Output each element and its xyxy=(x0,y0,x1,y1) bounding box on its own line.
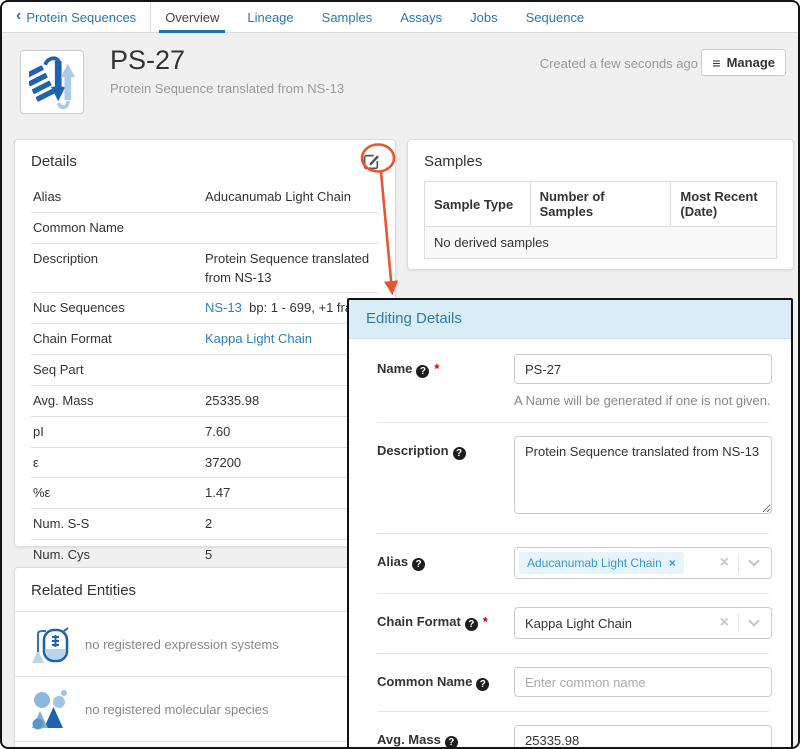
page-title: PS-27 xyxy=(110,45,185,76)
molecule-icon xyxy=(31,688,69,730)
help-icon[interactable]: ? xyxy=(453,447,466,460)
samples-empty-message: No derived samples xyxy=(425,227,777,259)
details-table: AliasAducanumab Light Chain Common Name … xyxy=(31,182,379,601)
details-row-avg-mass: Avg. Mass25335.98 xyxy=(31,386,379,417)
related-entities-panel: Related Entities no registered expressio… xyxy=(14,567,396,749)
common-name-field[interactable] xyxy=(514,667,772,697)
details-row-chain-format: Chain FormatKappa Light Chain xyxy=(31,324,379,355)
description-label: Description? xyxy=(377,436,514,519)
form-group-avg-mass: Avg. Mass? xyxy=(377,711,769,749)
samples-title: Samples xyxy=(424,153,777,170)
col-most-recent: Most Recent (Date) xyxy=(671,182,777,227)
details-row-description: DescriptionProtein Sequence translated f… xyxy=(31,244,379,294)
related-item-label: no registered molecular species xyxy=(85,702,269,717)
alias-tag[interactable]: Aducanumab Light Chain × xyxy=(519,552,684,574)
form-group-name: Name?* A Name will be generated if one i… xyxy=(377,341,769,422)
nuc-sequence-link[interactable]: NS-13 xyxy=(205,300,242,315)
back-link-protein-sequences[interactable]: ‹ Protein Sequences xyxy=(2,2,150,32)
required-asterisk: * xyxy=(483,614,488,629)
avg-mass-label: Avg. Mass? xyxy=(377,725,514,749)
name-field[interactable] xyxy=(514,354,772,384)
name-label: Name?* xyxy=(377,354,514,408)
chain-format-value: Kappa Light Chain xyxy=(515,616,711,631)
created-timestamp: Created a few seconds ago xyxy=(540,56,698,71)
chain-format-label: Chain Format?* xyxy=(377,607,514,639)
form-group-alias: Alias? Aducanumab Light Chain × × xyxy=(377,533,769,593)
list-item-molecular-species: no registered molecular species xyxy=(15,677,395,742)
help-icon[interactable]: ? xyxy=(465,618,478,631)
tag-remove-icon[interactable]: × xyxy=(669,556,676,570)
col-sample-type: Sample Type xyxy=(425,182,531,227)
samples-table: Sample Type Number of Samples Most Recen… xyxy=(424,181,777,259)
editing-details-form: Name?* A Name will be generated if one i… xyxy=(349,339,791,749)
tab-assays[interactable]: Assays xyxy=(386,2,456,32)
chain-format-link[interactable]: Kappa Light Chain xyxy=(205,331,312,346)
details-row-common-name: Common Name xyxy=(31,213,379,244)
help-icon[interactable]: ? xyxy=(445,736,458,749)
tab-samples[interactable]: Samples xyxy=(308,2,387,32)
details-row-alias: AliasAducanumab Light Chain xyxy=(31,182,379,213)
help-icon[interactable]: ? xyxy=(476,678,489,691)
clear-icon[interactable]: × xyxy=(711,614,738,632)
chevron-down-icon[interactable] xyxy=(748,615,759,626)
chain-format-select[interactable]: Kappa Light Chain × xyxy=(514,607,772,639)
form-group-common-name: Common Name? xyxy=(377,653,769,711)
editing-details-title: Editing Details xyxy=(349,300,791,339)
required-asterisk: * xyxy=(434,361,439,376)
related-item-label: no registered expression systems xyxy=(85,637,279,652)
back-link-label: Protein Sequences xyxy=(26,10,136,25)
tab-overview[interactable]: Overview xyxy=(151,2,233,32)
chevron-down-icon[interactable] xyxy=(748,555,759,566)
edit-details-button[interactable] xyxy=(360,150,382,172)
editing-details-dialog: Editing Details Name?* A Name will be ge… xyxy=(347,298,793,749)
tab-sequence[interactable]: Sequence xyxy=(512,2,599,32)
name-help-text: A Name will be generated if one is not g… xyxy=(514,393,772,408)
page-subtitle: Protein Sequence translated from NS-13 xyxy=(110,81,344,96)
details-row-num-ss: Num. S-S2 xyxy=(31,509,379,540)
tab-lineage[interactable]: Lineage xyxy=(233,2,307,32)
control-divider xyxy=(738,554,739,572)
description-field[interactable]: Protein Sequence translated from NS-13 xyxy=(514,436,772,514)
protein-sequence-icon xyxy=(20,50,84,114)
hamburger-icon: ≡ xyxy=(712,55,720,71)
help-icon[interactable]: ? xyxy=(412,558,425,571)
details-row-epsilon: ε37200 xyxy=(31,448,379,479)
list-item-expression-systems: no registered expression systems xyxy=(15,612,395,677)
col-number-of-samples: Number of Samples xyxy=(530,182,671,227)
edit-pencil-icon xyxy=(363,153,380,170)
samples-panel: Samples Sample Type Number of Samples Mo… xyxy=(407,139,794,270)
control-divider xyxy=(738,614,739,632)
back-chevron-icon: ‹ xyxy=(16,8,21,24)
tab-jobs[interactable]: Jobs xyxy=(456,2,511,32)
top-nav: ‹ Protein Sequences Overview Lineage Sam… xyxy=(2,2,798,33)
details-row-nuc-sequences: Nuc SequencesNS-13 bp: 1 - 699, +1 frame xyxy=(31,293,379,324)
common-name-label: Common Name? xyxy=(377,667,514,697)
manage-button-label: Manage xyxy=(727,55,775,70)
details-row-seq-part: Seq Part xyxy=(31,355,379,386)
related-entities-title: Related Entities xyxy=(15,568,395,612)
alias-label: Alias? xyxy=(377,547,514,579)
manage-button[interactable]: ≡ Manage xyxy=(701,49,786,76)
help-icon[interactable]: ? xyxy=(416,365,429,378)
details-panel: Details AliasAducanumab Light Chain Comm… xyxy=(14,139,396,547)
bioreactor-icon xyxy=(31,623,69,665)
entity-header: PS-27 Protein Sequence translated from N… xyxy=(2,33,798,133)
nav-tabs: Overview Lineage Samples Assays Jobs Seq… xyxy=(151,2,598,32)
app-window: ‹ Protein Sequences Overview Lineage Sam… xyxy=(0,0,800,749)
form-group-chain-format: Chain Format?* Kappa Light Chain × xyxy=(377,593,769,653)
alias-multiselect[interactable]: Aducanumab Light Chain × × xyxy=(514,547,772,579)
table-row: No derived samples xyxy=(425,227,777,259)
details-title: Details xyxy=(31,153,379,170)
form-group-description: Description? Protein Sequence translated… xyxy=(377,422,769,533)
details-row-pct-epsilon: %ε1.47 xyxy=(31,478,379,509)
details-row-pi: pI7.60 xyxy=(31,417,379,448)
clear-icon[interactable]: × xyxy=(711,554,738,572)
avg-mass-field[interactable] xyxy=(514,725,772,749)
